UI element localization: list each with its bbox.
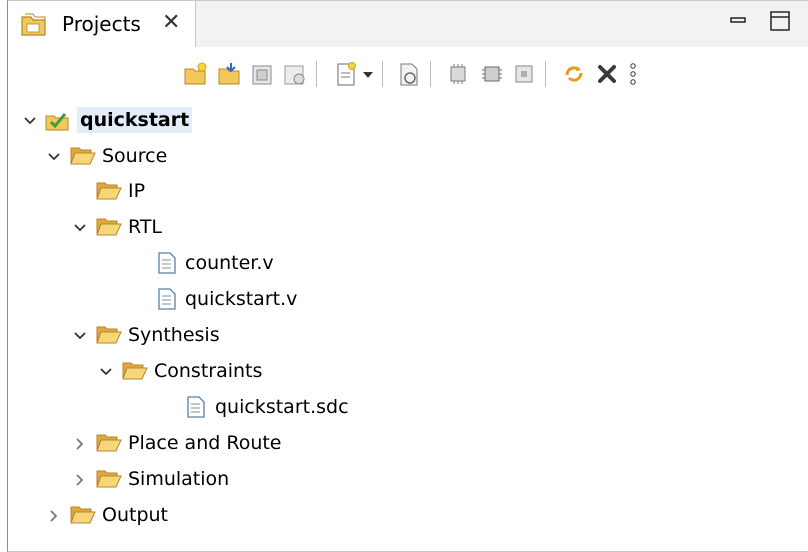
new-file-icon[interactable] bbox=[333, 61, 359, 87]
folder-open-icon bbox=[122, 359, 148, 383]
tree-item-output[interactable]: Output bbox=[8, 498, 268, 534]
folder-open-icon bbox=[70, 503, 96, 527]
chevron-right-icon[interactable] bbox=[72, 472, 88, 488]
folder-open-icon bbox=[70, 144, 96, 168]
tree-item-label: quickstart.sdc bbox=[215, 396, 349, 418]
close-icon[interactable]: ✕ bbox=[162, 12, 180, 34]
folder-open-icon bbox=[96, 323, 122, 347]
run-place-route-icon[interactable] bbox=[479, 61, 505, 87]
tree-item-label: Output bbox=[102, 504, 168, 526]
tree-item-label: IP bbox=[128, 180, 146, 202]
tree-item-label: Simulation bbox=[128, 468, 230, 490]
tree-item-counter-v[interactable]: counter.v bbox=[8, 246, 308, 282]
tree-item-quickstart-sdc[interactable]: quickstart.sdc bbox=[8, 390, 368, 426]
tree-item-quickstart-v[interactable]: quickstart.v bbox=[8, 282, 308, 318]
project-tree: quickstart Source IP RTL counter.v quick… bbox=[8, 99, 808, 551]
view-tab-bar: Projects ✕ bbox=[8, 1, 808, 47]
tree-item-synthesis[interactable]: Synthesis bbox=[8, 318, 308, 354]
open-project-icon[interactable] bbox=[217, 61, 243, 87]
refresh-icon[interactable] bbox=[561, 61, 587, 87]
file-settings-icon[interactable] bbox=[396, 61, 422, 87]
view-toolbar bbox=[8, 47, 808, 99]
chevron-down-icon[interactable] bbox=[72, 328, 88, 344]
tree-item-source[interactable]: Source bbox=[8, 139, 248, 175]
chevron-down-icon[interactable] bbox=[72, 220, 88, 236]
maximize-icon[interactable] bbox=[768, 9, 792, 37]
generate-bitstream-icon[interactable] bbox=[511, 61, 537, 87]
new-project-icon[interactable] bbox=[183, 61, 209, 87]
tree-item-label: quickstart bbox=[77, 107, 193, 133]
toolbar-separator bbox=[382, 61, 383, 87]
tree-item-label: Synthesis bbox=[128, 324, 220, 346]
folder-open-icon bbox=[96, 431, 122, 455]
tree-item-simulation[interactable]: Simulation bbox=[8, 462, 308, 498]
file-icon bbox=[185, 395, 211, 419]
project-icon bbox=[44, 108, 70, 132]
tree-item-rtl[interactable]: RTL bbox=[8, 210, 248, 246]
toolbar-separator bbox=[430, 61, 431, 87]
export-icon[interactable] bbox=[282, 61, 308, 87]
chevron-down-icon[interactable] bbox=[98, 364, 114, 380]
folder-open-icon bbox=[96, 215, 122, 239]
run-synthesis-icon[interactable] bbox=[445, 61, 471, 87]
chevron-down-icon[interactable] bbox=[22, 113, 38, 129]
file-icon bbox=[156, 251, 182, 275]
remove-icon[interactable] bbox=[594, 61, 620, 87]
tree-item-ip[interactable]: IP bbox=[8, 174, 248, 210]
tab-projects[interactable]: Projects ✕ bbox=[8, 1, 196, 47]
tree-item-place-and-route[interactable]: Place and Route bbox=[8, 426, 348, 462]
folder-open-icon bbox=[96, 179, 122, 203]
new-file-dropdown-icon[interactable] bbox=[360, 61, 376, 87]
tree-item-label: Source bbox=[102, 145, 168, 167]
tree-item-quickstart[interactable]: quickstart bbox=[8, 103, 248, 139]
tree-item-label: counter.v bbox=[185, 252, 274, 274]
tree-item-label: quickstart.v bbox=[185, 288, 298, 310]
chevron-down-icon[interactable] bbox=[46, 149, 62, 165]
file-icon bbox=[156, 287, 182, 311]
toolbar-separator bbox=[545, 61, 546, 87]
chevron-right-icon[interactable] bbox=[46, 508, 62, 524]
view-menu-icon[interactable] bbox=[628, 61, 638, 87]
import-icon[interactable] bbox=[250, 61, 276, 87]
projects-folder-icon bbox=[20, 13, 50, 41]
chevron-right-icon[interactable] bbox=[72, 436, 88, 452]
tree-item-constraints[interactable]: Constraints bbox=[8, 354, 328, 390]
projects-view: Projects ✕ quickstart Source IP RTL coun… bbox=[7, 0, 808, 552]
tree-item-label: Place and Route bbox=[128, 432, 282, 454]
tree-item-label: RTL bbox=[128, 216, 163, 238]
toolbar-separator bbox=[316, 61, 317, 87]
minimize-icon[interactable] bbox=[727, 9, 749, 35]
folder-open-icon bbox=[96, 467, 122, 491]
tree-item-label: Constraints bbox=[154, 360, 263, 382]
tab-title: Projects bbox=[62, 12, 141, 36]
